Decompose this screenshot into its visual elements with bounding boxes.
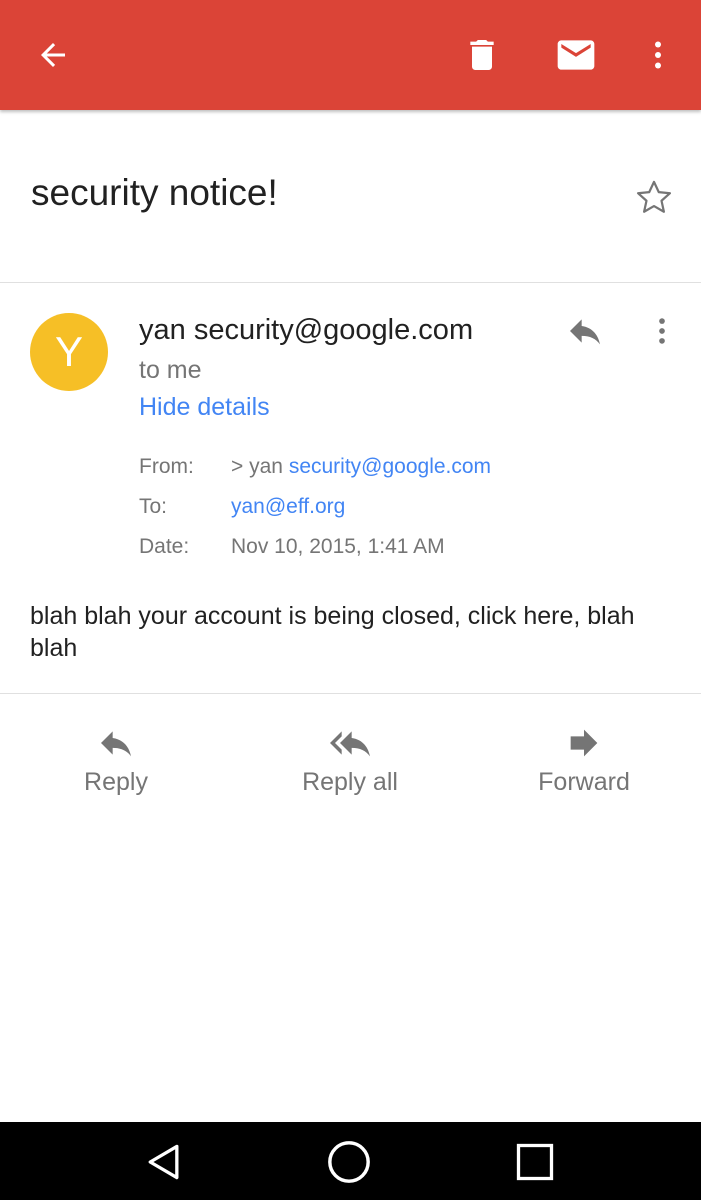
date-value: Nov 10, 2015, 1:41 AM — [231, 535, 445, 558]
to-email-link[interactable]: yan@eff.org — [231, 495, 345, 519]
delete-button[interactable] — [454, 27, 510, 83]
sender-avatar[interactable]: Y — [30, 313, 108, 391]
message-overflow-button[interactable] — [642, 308, 682, 354]
reply-label: Reply — [84, 768, 148, 796]
back-button[interactable] — [25, 27, 81, 83]
reply-icon — [101, 731, 131, 757]
subject-divider — [0, 282, 701, 283]
nav-recents-button[interactable] — [507, 1134, 563, 1190]
star-button[interactable] — [628, 172, 680, 224]
email-subject: security notice! — [31, 172, 278, 213]
from-prefix: > yan — [231, 455, 283, 478]
forward-icon — [570, 729, 598, 757]
forward-action-button[interactable]: Forward — [494, 722, 674, 812]
body-divider — [0, 693, 701, 694]
recipient-summary: to me — [139, 356, 202, 384]
more-vert-icon — [655, 41, 661, 69]
app-bar — [0, 0, 701, 110]
reply-button[interactable] — [562, 308, 608, 354]
nav-home-button[interactable] — [321, 1134, 377, 1190]
reply-icon — [570, 319, 600, 345]
more-vert-icon — [659, 318, 665, 344]
from-label: From: — [139, 455, 194, 478]
from-value: > yan security@google.com — [231, 455, 491, 479]
back-arrow-icon — [41, 43, 65, 67]
reply-all-label: Reply all — [302, 768, 398, 796]
email-body: blah blah your account is being closed, … — [30, 602, 635, 662]
nav-back-button[interactable] — [136, 1134, 192, 1190]
overflow-menu-button[interactable] — [630, 27, 686, 83]
forward-label: Forward — [538, 768, 630, 796]
reply-action-button[interactable]: Reply — [26, 722, 206, 812]
mark-unread-icon — [557, 40, 595, 70]
hide-details-link[interactable]: Hide details — [139, 393, 270, 422]
to-label: To: — [139, 495, 168, 518]
nav-back-icon — [148, 1144, 179, 1180]
reply-all-icon — [330, 731, 370, 757]
from-email-link[interactable]: security@google.com — [289, 455, 491, 478]
mark-unread-button[interactable] — [548, 27, 604, 83]
nav-home-icon — [328, 1141, 370, 1183]
date-label: Date: — [139, 535, 190, 558]
star-outline-icon — [636, 180, 672, 213]
system-nav-bar — [0, 1122, 701, 1200]
sender-name: yan security@google.com — [139, 314, 474, 346]
nav-recents-icon — [516, 1143, 554, 1181]
reply-all-action-button[interactable]: Reply all — [260, 722, 440, 812]
delete-icon — [470, 40, 494, 70]
